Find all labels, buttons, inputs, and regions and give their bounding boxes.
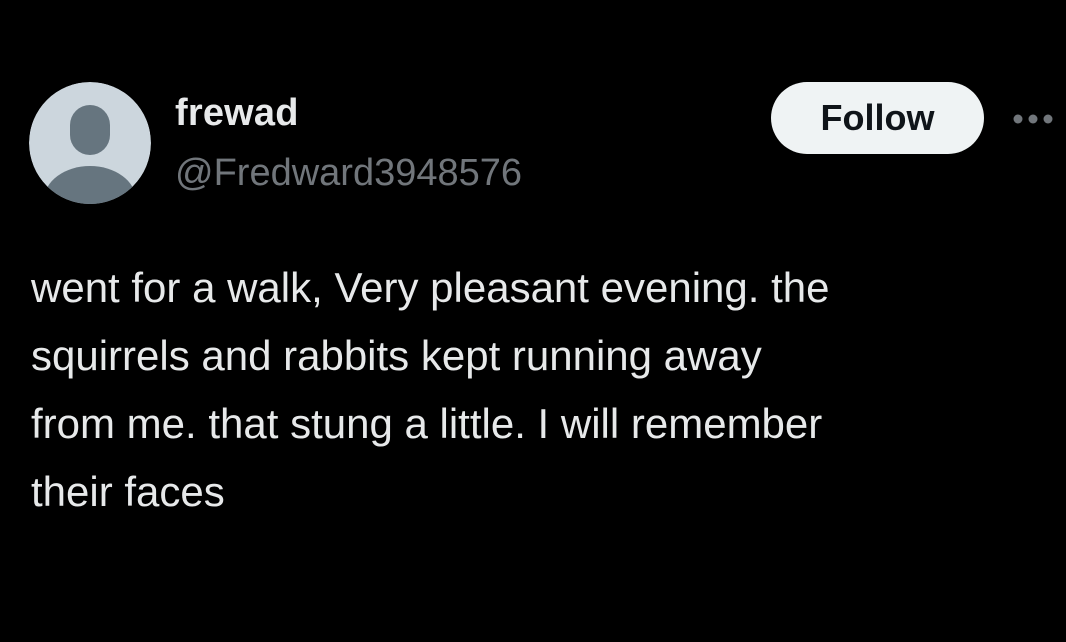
avatar[interactable] <box>29 82 151 204</box>
author-display-name[interactable]: frewad <box>175 90 299 136</box>
default-profile-avatar-icon <box>29 82 151 204</box>
tweet-text-line: their faces <box>31 468 225 515</box>
follow-button[interactable]: Follow <box>771 82 984 154</box>
tweet-card: frewad @Fredward3948576 Follow went for … <box>0 0 1066 642</box>
more-options-button[interactable] <box>1008 104 1066 134</box>
more-horizontal-icon <box>1013 114 1053 124</box>
tweet-text-line: from me. that stung a little. I will rem… <box>31 400 823 447</box>
tweet-text: went for a walk, Very pleasant evening. … <box>31 254 1051 526</box>
tweet-text-line: went for a walk, Very pleasant evening. … <box>31 264 830 311</box>
author-handle[interactable]: @Fredward3948576 <box>175 150 522 196</box>
tweet-text-line: squirrels and rabbits kept running away <box>31 332 762 379</box>
